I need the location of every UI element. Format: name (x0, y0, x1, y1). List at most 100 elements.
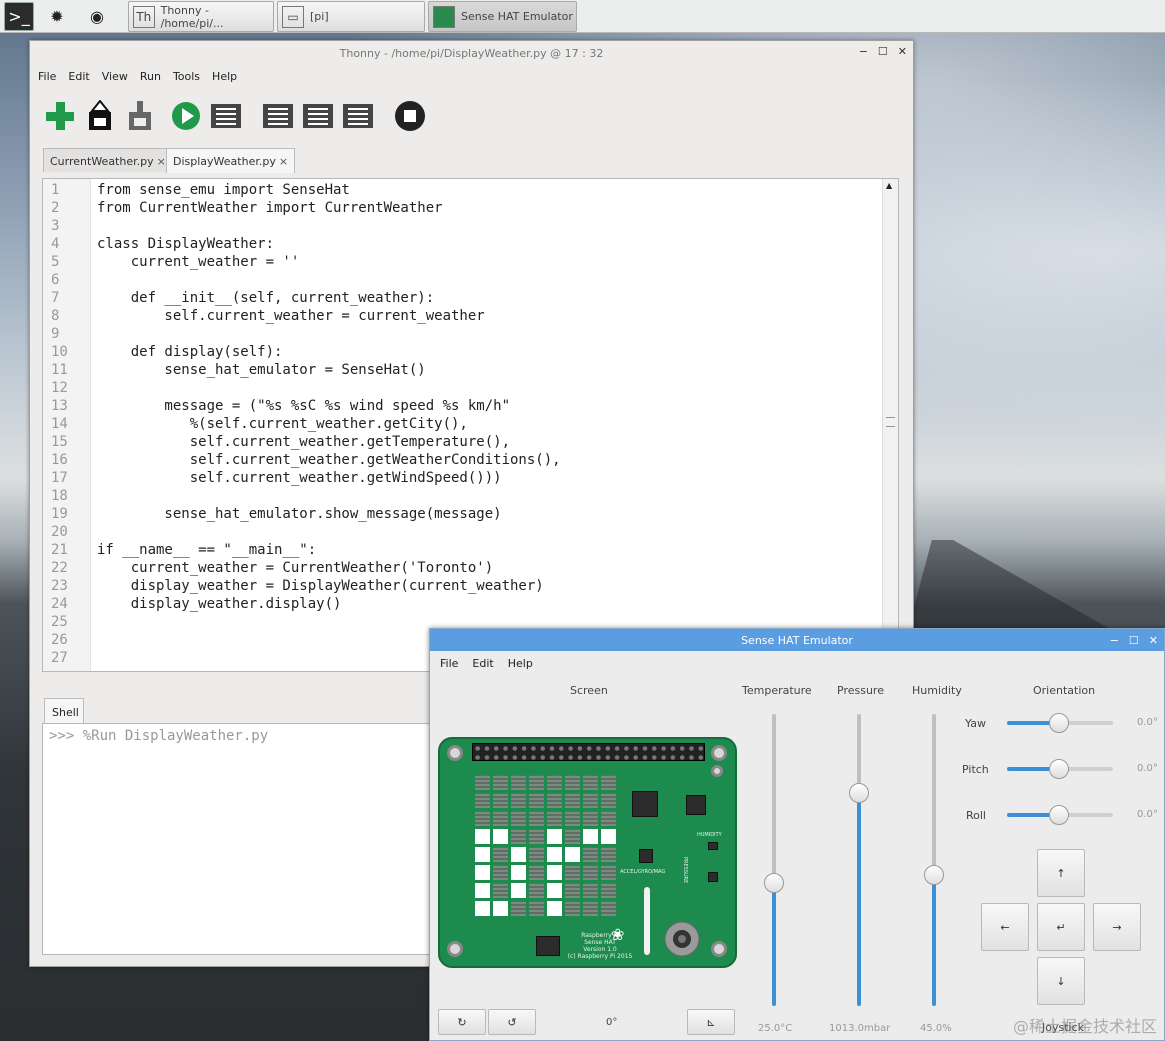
code-line[interactable]: self.current_weather = current_weather (97, 308, 484, 324)
led-pixel-off[interactable] (601, 901, 616, 916)
code-line[interactable]: from CurrentWeather import CurrentWeathe… (97, 200, 443, 216)
led-pixel-off[interactable] (529, 793, 544, 808)
led-pixel-on[interactable] (547, 847, 562, 862)
temperature-slider-handle[interactable] (764, 873, 784, 894)
led-pixel-off[interactable] (511, 775, 526, 790)
led-pixel-on[interactable] (511, 883, 526, 898)
led-pixel-off[interactable] (475, 793, 490, 808)
led-pixel-off[interactable] (475, 775, 490, 790)
led-pixel-off[interactable] (565, 883, 580, 898)
roll-slider[interactable] (1007, 805, 1113, 825)
close-icon[interactable]: ✕ (1149, 634, 1158, 647)
menu-view[interactable]: View (102, 70, 128, 83)
led-pixel-off[interactable] (493, 811, 508, 826)
code-line[interactable]: self.current_weather.getWindSpeed())) (97, 470, 502, 486)
led-pixel-off[interactable] (583, 793, 598, 808)
menu-tools[interactable]: Tools (173, 70, 200, 83)
task-thonny[interactable]: Th Thonny - /home/pi/... (128, 1, 274, 32)
led-pixel-off[interactable] (565, 829, 580, 844)
close-icon[interactable]: ✕ (898, 45, 907, 58)
minimize-icon[interactable]: − (859, 45, 868, 58)
code-line[interactable]: def __init__(self, current_weather): (97, 290, 434, 306)
menu-file[interactable]: File (440, 657, 458, 670)
led-pixel-on[interactable] (475, 901, 490, 916)
led-pixel-on[interactable] (493, 901, 508, 916)
scroll-thumb[interactable] (886, 417, 895, 427)
led-pixel-off[interactable] (547, 775, 562, 790)
led-pixel-off[interactable] (529, 811, 544, 826)
led-pixel-off[interactable] (529, 847, 544, 862)
yaw-slider[interactable] (1007, 713, 1113, 733)
led-pixel-on[interactable] (547, 865, 562, 880)
joystick-right-button[interactable]: → (1093, 903, 1141, 951)
code-line[interactable]: if __name__ == "__main__": (97, 542, 316, 558)
led-pixel-off[interactable] (529, 865, 544, 880)
humidity-slider-handle[interactable] (924, 864, 944, 885)
pressure-slider-handle[interactable] (849, 782, 869, 803)
raspberry-menu-icon[interactable]: ◉ (82, 2, 112, 31)
tab-current-weather[interactable]: CurrentWeather.py × (43, 148, 173, 172)
stop-button[interactable] (394, 100, 426, 132)
led-pixel-off[interactable] (511, 829, 526, 844)
led-pixel-off[interactable] (565, 775, 580, 790)
led-pixel-off[interactable] (601, 847, 616, 862)
led-pixel-off[interactable] (493, 883, 508, 898)
step-into-button[interactable] (302, 100, 334, 132)
led-pixel-off[interactable] (583, 775, 598, 790)
led-pixel-off[interactable] (565, 811, 580, 826)
led-pixel-off[interactable] (529, 901, 544, 916)
code-line[interactable]: sense_hat_emulator = SenseHat() (97, 362, 425, 378)
led-pixel-on[interactable] (547, 829, 562, 844)
tab-shell[interactable]: Shell (44, 698, 84, 724)
code-line[interactable]: display_weather = DisplayWeather(current… (97, 578, 544, 594)
code-line[interactable]: sense_hat_emulator.show_message(message) (97, 506, 501, 522)
led-pixel-off[interactable] (493, 865, 508, 880)
led-pixel-on[interactable] (511, 865, 526, 880)
pressure-slider[interactable] (849, 714, 869, 1006)
led-pixel-off[interactable] (475, 811, 490, 826)
pitch-slider-handle[interactable] (1049, 759, 1069, 779)
led-pixel-on[interactable] (475, 829, 490, 844)
led-pixel-on[interactable] (493, 829, 508, 844)
temperature-slider[interactable] (764, 714, 784, 1006)
led-pixel-on[interactable] (565, 847, 580, 862)
led-pixel-off[interactable] (601, 883, 616, 898)
terminal-icon[interactable]: >_ (4, 2, 34, 31)
led-pixel-off[interactable] (529, 883, 544, 898)
flip-button[interactable]: ⊾ (687, 1009, 735, 1035)
tab-display-weather[interactable]: DisplayWeather.py × (166, 148, 296, 173)
led-pixel-off[interactable] (601, 865, 616, 880)
roll-slider-handle[interactable] (1049, 805, 1069, 825)
led-pixel-off[interactable] (493, 775, 508, 790)
led-pixel-off[interactable] (601, 775, 616, 790)
code-line[interactable]: message = ("%s %sC %s wind speed %s km/h… (97, 398, 510, 414)
led-pixel-off[interactable] (601, 811, 616, 826)
tab-close-icon[interactable]: × (279, 155, 288, 168)
led-pixel-off[interactable] (511, 811, 526, 826)
joystick-left-button[interactable]: ← (981, 903, 1029, 951)
scroll-up-icon[interactable]: ▲ (886, 181, 892, 190)
code-line[interactable]: current_weather = CurrentWeather('Toront… (97, 560, 493, 576)
code-editor[interactable]: 1 2 3 4 5 6 7 8 9 10 11 12 13 14 15 16 17 18 19 20 21 22 23 24 2… (42, 178, 899, 672)
menu-edit[interactable]: Edit (68, 70, 89, 83)
run-button[interactable] (170, 100, 202, 132)
joystick-enter-button[interactable]: ↵ (1037, 903, 1085, 951)
led-pixel-off[interactable] (493, 793, 508, 808)
humidity-slider[interactable] (924, 714, 944, 1006)
task-sense-hat[interactable]: Sense HAT Emulator (428, 1, 577, 32)
menu-run[interactable]: Run (140, 70, 161, 83)
led-pixel-off[interactable] (583, 883, 598, 898)
step-out-button[interactable] (342, 100, 374, 132)
led-pixel-on[interactable] (475, 883, 490, 898)
pitch-slider[interactable] (1007, 759, 1113, 779)
led-pixel-off[interactable] (511, 793, 526, 808)
rotate-counterclockwise-button[interactable]: ↺ (488, 1009, 536, 1035)
led-pixel-off[interactable] (547, 793, 562, 808)
maximize-icon[interactable]: ☐ (878, 45, 888, 58)
led-pixel-off[interactable] (565, 793, 580, 808)
yaw-slider-handle[interactable] (1049, 713, 1069, 733)
menu-help[interactable]: Help (212, 70, 237, 83)
editor-scrollbar[interactable]: ▲ (882, 179, 898, 671)
led-pixel-off[interactable] (511, 901, 526, 916)
led-pixel-off[interactable] (529, 829, 544, 844)
